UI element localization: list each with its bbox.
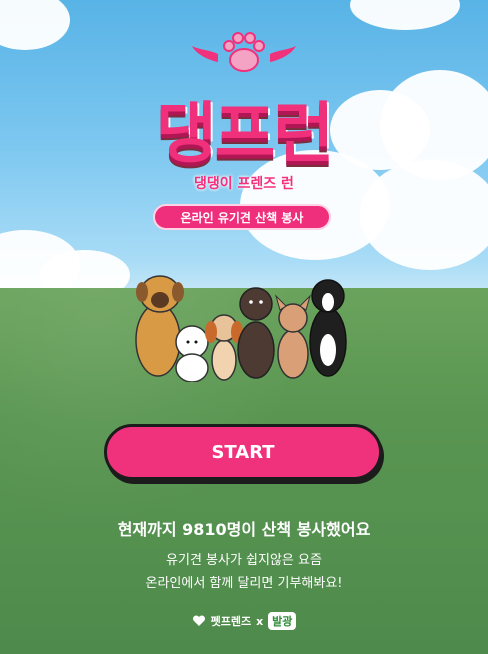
partners-footer: 펫프렌즈 x 발광 [0, 612, 488, 630]
cloud [0, 0, 70, 50]
dog-spaniel [205, 314, 243, 381]
dog-collie [309, 279, 347, 377]
participant-count: 현재까지 9810명이 산책 봉사했어요 [117, 520, 371, 539]
description-line: 온라인에서 함께 달리면 기부해봐요! [145, 576, 343, 591]
wing-icon [192, 46, 218, 62]
partner-separator: x [256, 614, 264, 628]
app-title: 댕프런 [155, 95, 334, 172]
partner-balgwang: 발광 [268, 612, 297, 630]
app-screen: 댕프런 댕댕이 프렌즈 런 온라인 유기견 산책 봉사 START 현재까지 9… [0, 0, 488, 654]
description-line: 유기견 봉사가 쉽지않은 요즘 [166, 553, 322, 568]
partner-petfriends: 펫프렌즈 [210, 615, 252, 628]
description: 유기견 봉사가 쉽지않은 요즘 온라인에서 함께 달리면 기부해봐요! [0, 549, 488, 595]
heart-icon [192, 615, 205, 626]
dog-white [175, 325, 209, 382]
tagline-badge: 온라인 유기견 산책 봉사 [153, 204, 331, 230]
cloud [350, 0, 460, 30]
dog-mastiff [135, 275, 184, 377]
start-button[interactable]: START [104, 424, 382, 480]
dog-brown-poodle [237, 287, 275, 379]
dog-terrier [274, 294, 312, 379]
wing-icon [270, 46, 296, 62]
dogs-illustration [135, 275, 347, 382]
app-subtitle: 댕댕이 프렌즈 런 [194, 176, 294, 192]
paw-icon [223, 32, 265, 72]
